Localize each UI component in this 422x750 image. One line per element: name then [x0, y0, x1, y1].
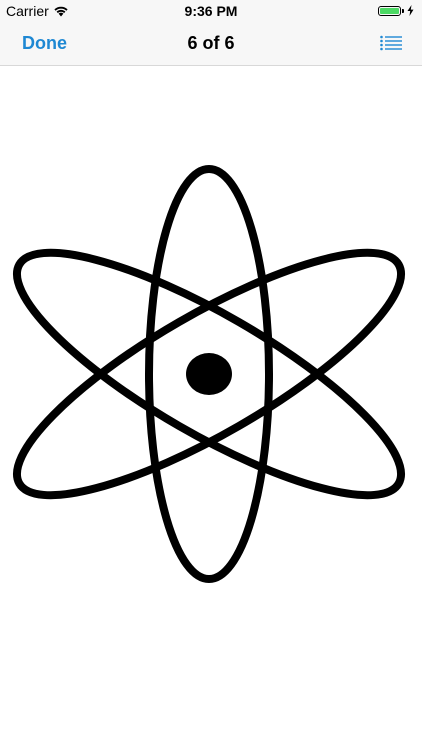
list-icon[interactable]	[380, 35, 402, 51]
battery-indicator	[378, 5, 414, 16]
battery-icon	[378, 5, 401, 16]
status-bar: Carrier 9:36 PM	[0, 0, 422, 22]
atom-symbol-image	[12, 165, 406, 583]
image-viewer	[0, 66, 422, 750]
atom-nucleus	[186, 353, 232, 395]
done-button[interactable]: Done	[22, 33, 67, 54]
charging-bolt-icon	[407, 5, 414, 16]
status-time: 9:36 PM	[184, 3, 238, 19]
screen: Carrier 9:36 PM Done 6 of 6	[0, 0, 422, 750]
battery-cap	[402, 8, 404, 13]
battery-fill	[380, 7, 399, 14]
navigation-bar: Done 6 of 6	[0, 22, 422, 66]
